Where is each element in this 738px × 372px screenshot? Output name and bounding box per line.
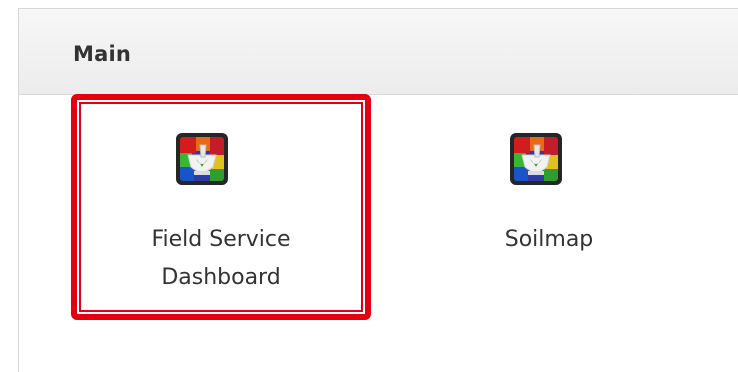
tile-label[interactable]: Soilmap [399,221,699,259]
page: Main Field Service Dashboard Soilmap [0,0,738,372]
tile-label-line2: Dashboard [161,265,281,290]
mortar-pestle-icon[interactable] [510,133,562,185]
main-panel: Main Field Service Dashboard Soilmap [18,8,738,372]
tile-label[interactable]: Field Service Dashboard [71,221,371,297]
tile-soilmap[interactable]: Soilmap [399,94,699,316]
panel-title: Main [73,42,132,66]
tile-label-line1: Field Service [151,227,291,252]
tile-label-line1: Soilmap [504,227,594,252]
tile-field-service-dashboard[interactable]: Field Service Dashboard [71,94,371,320]
mortar-pestle-icon[interactable] [176,133,228,185]
panel-header: Main [19,9,738,95]
